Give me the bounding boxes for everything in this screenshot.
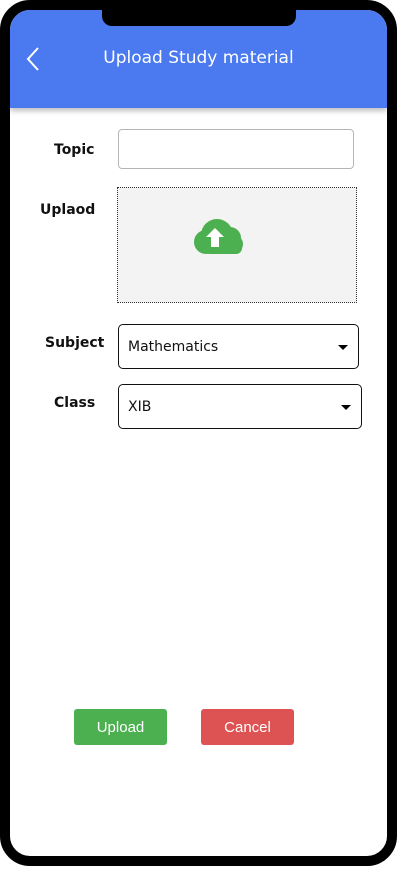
cloud-upload-icon bbox=[194, 219, 243, 254]
class-label: Class bbox=[54, 395, 96, 411]
phone-frame: Upload Study material Topic Uplaod Subje… bbox=[0, 0, 397, 866]
dropdown-arrow-icon bbox=[338, 345, 348, 350]
subject-label: Subject bbox=[45, 335, 105, 351]
page-title: Upload Study material bbox=[103, 48, 294, 68]
cancel-button[interactable]: Cancel bbox=[201, 709, 294, 745]
dropdown-arrow-icon bbox=[341, 405, 351, 410]
class-value: XIB bbox=[128, 399, 152, 415]
upload-label: Uplaod bbox=[40, 202, 96, 218]
phone-notch bbox=[102, 10, 296, 26]
class-select[interactable]: XIB bbox=[118, 384, 362, 429]
subject-value: Mathematics bbox=[128, 339, 219, 355]
subject-select[interactable]: Mathematics bbox=[118, 324, 359, 369]
topic-input[interactable] bbox=[118, 129, 354, 169]
topic-label: Topic bbox=[54, 142, 95, 158]
upload-button[interactable]: Upload bbox=[74, 709, 167, 745]
upload-dropzone[interactable] bbox=[117, 187, 357, 303]
